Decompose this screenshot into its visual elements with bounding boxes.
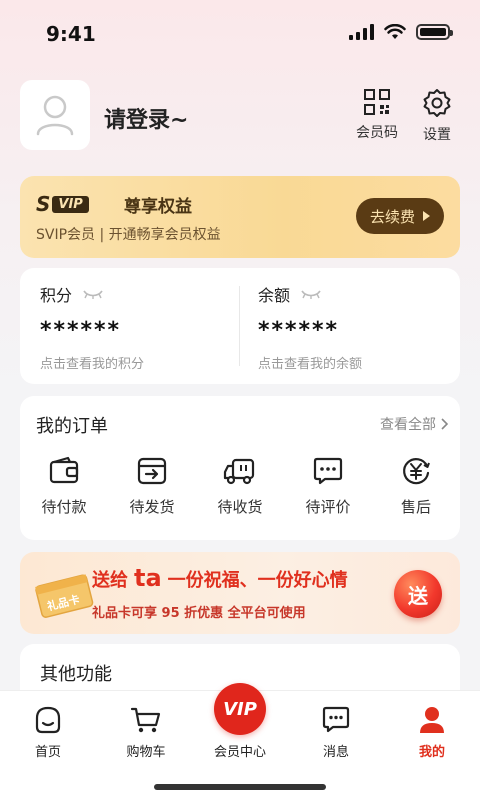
vip-badge-icon: VIP (214, 683, 266, 735)
status-icons (349, 24, 453, 40)
divider (239, 286, 240, 366)
gift-subtitle: 礼品卡可享 95 折优惠 全平台可使用 (92, 606, 306, 621)
play-arrow-icon (423, 211, 430, 221)
orders-card: 我的订单 查看全部 待付款 待发货 待收货 待评价 售后 (20, 396, 460, 540)
send-gift-button[interactable]: 送 (394, 570, 442, 618)
svip-badge-s: S (36, 192, 51, 216)
renew-button[interactable]: 去续费 (355, 198, 444, 234)
tab-home[interactable]: 首页 (0, 705, 96, 760)
points-hint: 点击查看我的积分 (40, 357, 145, 372)
assets-card: 积分 ****** 点击查看我的积分 余额 ****** 点击查看我的余额 (20, 268, 460, 384)
svip-card[interactable]: S VIP 尊享权益 SVIP会员 | 开通畅享会员权益 去续费 (20, 176, 460, 258)
balance-hint: 点击查看我的余额 (258, 357, 363, 372)
points-value: ****** (40, 318, 122, 343)
tab-member-label: 会员中心 (213, 745, 266, 760)
order-pending-receipt[interactable]: 待收货 (196, 456, 284, 517)
profile-header: 请登录~ 会员码 设置 (20, 80, 460, 150)
tab-messages[interactable]: 消息 (288, 705, 384, 760)
tab-mine-label: 我的 (418, 745, 445, 760)
tab-cart[interactable]: 购物车 (98, 705, 194, 760)
order-status-list: 待付款 待发货 待收货 待评价 售后 (20, 456, 460, 517)
tab-home-label: 首页 (34, 745, 61, 760)
order-item-label: 待收货 (217, 498, 263, 516)
login-link[interactable]: 请登录~ (104, 102, 188, 134)
view-all-label: 查看全部 (380, 417, 436, 433)
svip-subtitle: SVIP会员 | 开通畅享会员权益 (36, 227, 221, 243)
order-after-sales[interactable]: 售后 (372, 456, 460, 517)
box-arrow-icon (137, 457, 167, 485)
balance-section[interactable]: 余额 ****** 点击查看我的余额 (258, 282, 458, 372)
gift-prefix: 送给 (92, 570, 128, 591)
view-all-orders-link[interactable]: 查看全部 (380, 414, 448, 434)
person-icon (420, 707, 444, 733)
svip-badge-vip: VIP (52, 195, 89, 213)
gift-card-image: 礼品卡 (35, 574, 94, 618)
order-item-label: 售后 (400, 498, 431, 516)
gift-ta: ta (134, 564, 162, 592)
svip-title: 尊享权益 (124, 197, 192, 217)
member-code-label: 会员码 (356, 125, 398, 141)
user-icon (36, 95, 74, 136)
eye-closed-icon[interactable] (300, 288, 322, 300)
member-code-button[interactable]: 会员码 (356, 88, 398, 142)
truck-icon (223, 458, 255, 485)
order-item-label: 待评价 (305, 498, 351, 516)
home-face-icon (35, 706, 61, 734)
points-title: 积分 (40, 286, 73, 305)
balance-title: 余额 (258, 286, 291, 305)
svip-badge: S VIP (36, 192, 89, 216)
qr-code-icon (364, 89, 390, 115)
wallet-icon (49, 456, 79, 484)
tab-cart-label: 购物车 (126, 745, 166, 760)
message-icon (322, 706, 350, 733)
other-functions-title: 其他功能 (40, 664, 112, 685)
settings-button[interactable]: 设置 (422, 88, 452, 144)
points-section[interactable]: 积分 ****** 点击查看我的积分 (40, 282, 240, 372)
order-item-label: 待付款 (41, 498, 87, 516)
renew-label: 去续费 (369, 207, 415, 226)
settings-label: 设置 (423, 127, 451, 143)
battery-icon (416, 24, 453, 40)
gift-headline: 送给 ta 一份祝福、一份好心情 (92, 564, 348, 592)
orders-title: 我的订单 (36, 416, 108, 437)
signal-icon (349, 24, 374, 40)
home-indicator (154, 784, 326, 790)
balance-value: ****** (258, 318, 340, 343)
tab-mine[interactable]: 我的 (384, 705, 480, 760)
shopping-cart-icon (130, 707, 161, 733)
order-pending-payment[interactable]: 待付款 (20, 456, 108, 517)
gift-card-banner[interactable]: 礼品卡 送给 ta 一份祝福、一份好心情 礼品卡可享 95 折优惠 全平台可使用… (20, 552, 460, 634)
gear-icon (423, 89, 451, 117)
tab-messages-label: 消息 (322, 745, 349, 760)
tab-member-center[interactable]: VIP 会员中心 (192, 683, 288, 760)
chevron-right-icon (441, 418, 448, 430)
gift-suffix: 一份祝福、一份好心情 (167, 570, 348, 591)
comment-icon (313, 457, 343, 485)
wifi-icon (384, 24, 406, 39)
order-item-label: 待发货 (129, 498, 175, 516)
avatar[interactable] (20, 80, 90, 150)
order-pending-review[interactable]: 待评价 (284, 456, 372, 517)
order-pending-shipment[interactable]: 待发货 (108, 456, 196, 517)
status-time: 9:41 (46, 22, 96, 46)
yen-refund-icon (403, 458, 430, 485)
status-bar: 9:41 (0, 0, 480, 66)
eye-closed-icon[interactable] (82, 288, 104, 300)
